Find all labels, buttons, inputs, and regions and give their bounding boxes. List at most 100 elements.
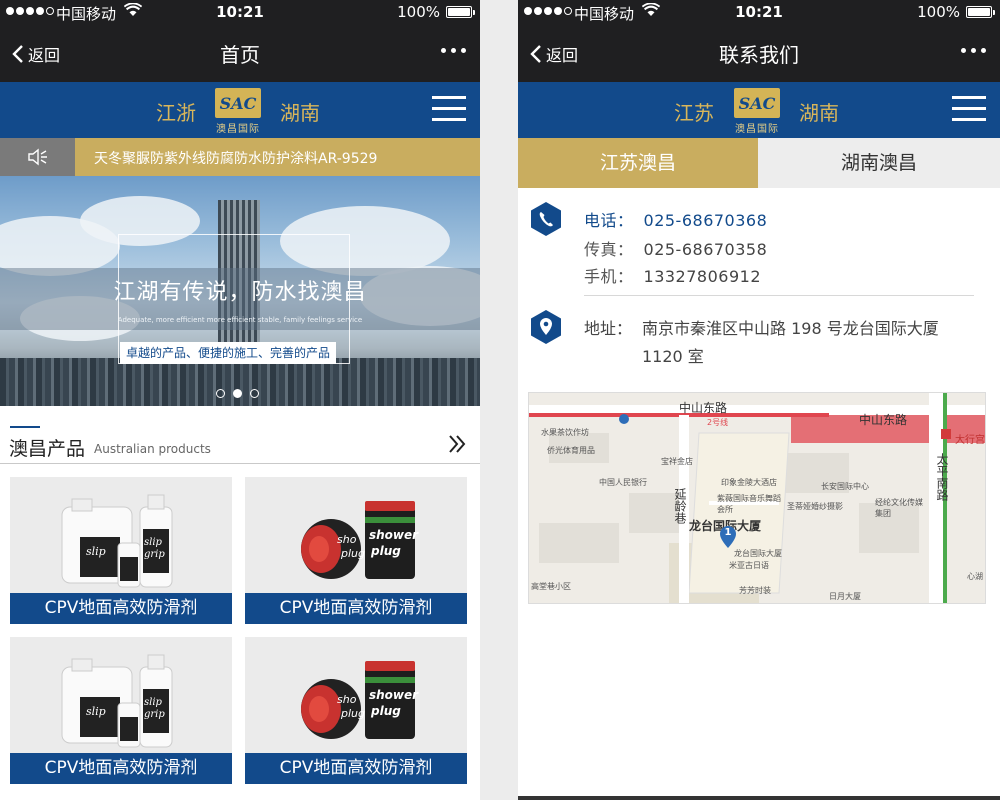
carousel-dot-active[interactable] — [233, 389, 242, 398]
product-label[interactable]: CPV地面高效防滑剂 — [10, 593, 232, 624]
product-card[interactable]: sho plug shower plug CPV地面高效防滑剂 — [245, 637, 467, 784]
news-ticker[interactable]: 天冬聚脲防紫外线防腐防水防护涂料AR-9529 — [0, 138, 480, 176]
svg-text:sho: sho — [337, 533, 357, 546]
hero-banner[interactable]: 江湖有传说，防水找澳昌 Adequate, more efficient mor… — [0, 176, 480, 406]
section-subtitle: Australian products — [94, 442, 211, 456]
branch-tabs: 江苏澳昌 湖南澳昌 — [518, 138, 1000, 188]
banner-headline: 江湖有传说，防水找澳昌 — [113, 280, 367, 305]
status-bar: 中国移动 10:21 100% — [0, 0, 480, 24]
map-poi: 心湖 — [967, 572, 983, 581]
map-road-label: 中山东路 — [679, 401, 728, 415]
map-poi: 高堂巷小区 — [531, 582, 571, 591]
carousel-dot[interactable] — [250, 389, 259, 398]
svg-text:sho: sho — [337, 693, 357, 706]
brand-logo[interactable]: SAC 澳昌国际 — [215, 88, 261, 135]
svg-text:plug: plug — [340, 707, 365, 720]
shower-plug-cans-image: sho plug shower plug — [301, 661, 419, 739]
mobile-row: 手机： 13327806912 — [584, 263, 761, 287]
battery-icon — [966, 6, 995, 18]
region-right-link[interactable]: 湖南 — [280, 97, 320, 126]
svg-text:slip: slip — [86, 545, 106, 558]
location-map[interactable]: 中山东路 中山东路 延龄巷 太平南路 2号线 水果茶饮作坊 侨光体育用品 宝祥金… — [528, 392, 986, 604]
map-poi: 经纶文化传媒集团 — [875, 498, 923, 518]
slip-grip-bottles-image: slip slip grip — [61, 654, 173, 748]
city-skyline-image — [0, 358, 480, 406]
product-card[interactable]: slip slip grip CPV地面高效防滑剂 — [10, 637, 232, 784]
nav-bar: 返回 首页 — [0, 24, 480, 82]
top-bar: 中国移动 10:21 100% 返回 联系我们 — [518, 0, 1000, 82]
map-poi: 宝祥金店 — [661, 457, 693, 466]
product-card[interactable]: sho plug shower plug CPV地面高效防滑剂 — [245, 477, 467, 624]
page-title: 联系我们 — [719, 43, 799, 67]
home-screen: 中国移动 10:21 100% 返回 首页 江浙 SAC 澳昌国际 湖南 天冬聚… — [0, 0, 480, 800]
nav-bar: 返回 联系我们 — [518, 24, 1000, 82]
location-pin-icon — [531, 310, 561, 344]
map-poi: 圣蒂娅婚纱摄影 — [787, 502, 843, 511]
contact-screen: 中国移动 10:21 100% 返回 联系我们 江苏 SAC 澳昌国际 湖南 江… — [518, 0, 1000, 800]
phone-label: 电话： — [584, 211, 634, 230]
banner-subline: Adequate, more efficient more efficient … — [117, 316, 363, 324]
map-poi: 印象金陵大酒店 — [721, 478, 777, 487]
svg-text:plug: plug — [340, 547, 365, 560]
section-title: 澳昌产品 — [9, 438, 86, 460]
product-label[interactable]: CPV地面高效防滑剂 — [10, 753, 232, 784]
address-label: 地址： — [584, 319, 633, 338]
map-poi: 中国人民银行 — [599, 478, 647, 487]
double-chevron-right-icon[interactable] — [448, 434, 466, 454]
region-left-link[interactable]: 江浙 — [156, 97, 196, 126]
battery-percent: 100% — [397, 3, 440, 21]
map-road-label: 中山东路 — [859, 413, 908, 427]
tab-hunan[interactable]: 湖南澳昌 — [758, 138, 1000, 188]
map-poi: 长安国际中心 — [821, 482, 869, 491]
battery-percent: 100% — [917, 3, 960, 21]
product-label[interactable]: CPV地面高效防滑剂 — [245, 593, 467, 624]
svg-text:slip: slip — [144, 537, 163, 548]
product-label[interactable]: CPV地面高效防滑剂 — [245, 753, 467, 784]
banner-slogan: 卓越的产品、便捷的施工、完善的产品 — [120, 342, 337, 364]
region-left-link[interactable]: 江苏 — [674, 97, 714, 126]
brand-logo[interactable]: SAC 澳昌国际 — [734, 88, 780, 135]
svg-text:slip: slip — [86, 705, 106, 718]
map-poi: 侨光体育用品 — [547, 446, 595, 455]
address-text: 南京市秦淮区中山路 198 号龙台国际大厦 1120 室 — [642, 319, 939, 366]
page-title: 首页 — [220, 43, 260, 67]
map-poi: 龙台国际大厦 — [734, 549, 782, 558]
svg-text:shower: shower — [369, 528, 419, 542]
mobile-label: 手机： — [584, 267, 634, 286]
fax-number: 025-68670358 — [643, 240, 768, 259]
more-options-icon[interactable] — [441, 48, 466, 53]
hamburger-menu-icon[interactable] — [432, 96, 466, 122]
fax-row: 传真： 025-68670358 — [584, 236, 767, 260]
slip-grip-bottles-image: slip slip grip — [61, 494, 173, 588]
svg-text:plug: plug — [370, 704, 401, 718]
map-poi: 水果茶饮作坊 — [541, 428, 589, 437]
hamburger-menu-icon[interactable] — [952, 96, 986, 122]
map-poi: 米亚古日语 — [729, 561, 769, 570]
more-options-icon[interactable] — [961, 48, 986, 53]
site-header: 江苏 SAC 澳昌国际 湖南 — [518, 82, 1000, 138]
speaker-icon — [0, 138, 75, 176]
battery-icon — [446, 6, 475, 18]
phone-row[interactable]: 电话： 025-68670368 — [584, 207, 767, 231]
carousel-dot[interactable] — [216, 389, 225, 398]
svg-text:grip: grip — [144, 549, 165, 560]
map-marker[interactable]: 1 — [719, 525, 737, 549]
region-right-link[interactable]: 湖南 — [799, 97, 839, 126]
top-bar: 中国移动 10:21 100% 返回 首页 — [0, 0, 480, 82]
svg-text:grip: grip — [144, 709, 165, 720]
map-poi: 紫薇国际音乐舞蹈会所 — [717, 494, 781, 514]
shower-plug-cans-image: sho plug shower plug — [301, 501, 419, 579]
tab-jiangsu[interactable]: 江苏澳昌 — [518, 138, 758, 188]
mobile-number: 13327806912 — [643, 267, 761, 286]
phone-number-link[interactable]: 025-68670368 — [644, 211, 768, 230]
carousel-dots[interactable] — [216, 389, 259, 398]
svg-text:shower: shower — [369, 688, 419, 702]
svg-text:slip: slip — [144, 697, 163, 708]
phone-icon — [531, 202, 561, 236]
fax-label: 传真： — [584, 240, 634, 259]
map-poi: 日月大厦 — [829, 592, 861, 601]
site-header: 江浙 SAC 澳昌国际 湖南 — [0, 82, 480, 138]
product-card[interactable]: slip slip grip CPV地面高效防滑剂 — [10, 477, 232, 624]
ticker-text[interactable]: 天冬聚脲防紫外线防腐防水防护涂料AR-9529 — [94, 148, 377, 168]
metro-line-label: 2号线 — [707, 418, 729, 427]
